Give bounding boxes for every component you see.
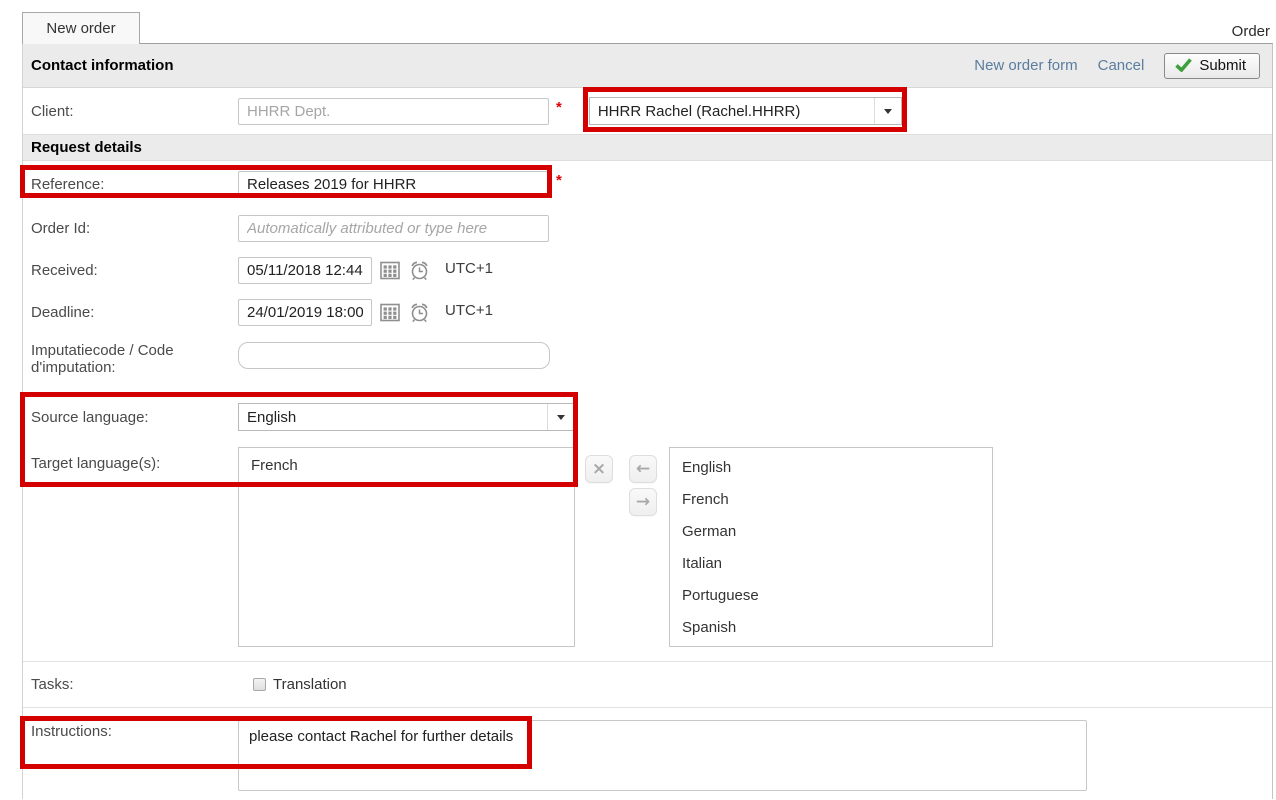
imputation-code-row: Imputatiecode / Code d'imputation:	[23, 333, 1272, 391]
instructions-row: Instructions: please contact Rachel for …	[23, 707, 1272, 800]
reference-required-asterisk: *	[556, 172, 562, 189]
instructions-label: Instructions:	[31, 708, 238, 740]
deadline-input[interactable]	[238, 299, 372, 326]
new-order-tab-label: New order	[46, 20, 115, 37]
contact-select[interactable]: HHRR Rachel (Rachel.HHRR)	[589, 97, 902, 125]
check-icon	[1175, 58, 1192, 72]
alarm-clock-icon	[408, 302, 431, 323]
reference-row: Reference: *	[23, 161, 1272, 207]
language-option-spanish[interactable]: Spanish	[670, 612, 992, 644]
move-left-button[interactable]: ←	[629, 455, 657, 483]
contact-information-title: Contact information	[31, 57, 174, 74]
received-calendar-button[interactable]	[380, 261, 400, 280]
right-arrow-icon: →	[636, 492, 650, 512]
order-corner-label: Order	[1232, 23, 1270, 40]
client-required-asterisk: *	[556, 99, 562, 116]
language-option-english[interactable]: English	[670, 452, 992, 484]
left-arrow-icon: ←	[636, 459, 650, 479]
imputation-code-input[interactable]	[238, 342, 550, 369]
request-details-header-bar: Request details	[23, 134, 1272, 161]
alarm-clock-icon	[408, 260, 431, 281]
received-row: Received: UTC+1	[23, 249, 1272, 291]
client-input[interactable]	[238, 98, 549, 125]
tasks-label: Tasks:	[31, 676, 238, 693]
order-id-label: Order Id:	[31, 220, 238, 237]
new-order-tab[interactable]: New order	[22, 12, 140, 44]
client-row: Client: * HHRR Rachel (Rachel.HHRR)	[23, 88, 1272, 134]
contact-information-header-bar: Contact information New order form Cance…	[23, 44, 1272, 88]
contact-select-arrow[interactable]	[874, 98, 901, 124]
target-languages-label: Target language(s):	[31, 443, 238, 472]
contact-select-value: HHRR Rachel (Rachel.HHRR)	[590, 103, 874, 120]
order-form-panel: Contact information New order form Cance…	[22, 43, 1273, 799]
deadline-timezone: UTC+1	[445, 302, 493, 319]
received-label: Received:	[31, 262, 238, 279]
source-language-value: English	[239, 409, 547, 426]
deadline-label: Deadline:	[31, 304, 238, 321]
target-languages-listbox[interactable]: French	[238, 447, 575, 647]
target-languages-row: Target language(s): French × ← → English…	[23, 443, 1272, 661]
deadline-row: Deadline: UTC+1	[23, 291, 1272, 333]
available-languages-listbox[interactable]: English French German Italian Portuguese…	[669, 447, 993, 647]
move-right-button[interactable]: →	[629, 488, 657, 516]
order-id-row: Order Id:	[23, 207, 1272, 249]
imputation-code-label: Imputatiecode / Code d'imputation:	[31, 342, 238, 376]
tasks-row: Tasks: Translation	[23, 661, 1272, 707]
source-language-row: Source language: English	[23, 391, 1272, 443]
reference-input[interactable]	[238, 171, 549, 198]
calendar-icon	[380, 261, 400, 280]
translation-checkbox[interactable]	[253, 678, 266, 691]
target-language-item[interactable]: French	[239, 452, 574, 480]
submit-button[interactable]: Submit	[1164, 53, 1260, 79]
reference-label: Reference:	[31, 176, 238, 193]
language-transfer-controls: × ← →	[575, 455, 669, 516]
cancel-link[interactable]: Cancel	[1098, 57, 1145, 74]
deadline-calendar-button[interactable]	[380, 303, 400, 322]
new-order-form-link[interactable]: New order form	[974, 57, 1077, 74]
order-id-input[interactable]	[238, 215, 549, 242]
translation-checkbox-label: Translation	[273, 676, 347, 693]
chevron-down-icon	[557, 415, 565, 420]
source-language-arrow[interactable]	[547, 404, 574, 430]
remove-language-button[interactable]: ×	[585, 455, 613, 483]
received-timezone: UTC+1	[445, 260, 493, 277]
submit-button-label: Submit	[1199, 57, 1246, 74]
request-details-title: Request details	[31, 139, 142, 156]
language-option-italian[interactable]: Italian	[670, 548, 992, 580]
client-label: Client:	[31, 103, 238, 120]
source-language-label: Source language:	[31, 409, 238, 426]
calendar-icon	[380, 303, 400, 322]
language-option-french[interactable]: French	[670, 484, 992, 516]
received-input[interactable]	[238, 257, 372, 284]
instructions-textarea[interactable]: please contact Rachel for further detail…	[238, 720, 1087, 791]
received-time-button[interactable]	[408, 260, 431, 281]
chevron-down-icon	[884, 109, 892, 114]
x-icon: ×	[592, 459, 606, 479]
language-option-portuguese[interactable]: Portuguese	[670, 580, 992, 612]
deadline-time-button[interactable]	[408, 302, 431, 323]
source-language-select[interactable]: English	[238, 403, 575, 431]
language-option-german[interactable]: German	[670, 516, 992, 548]
